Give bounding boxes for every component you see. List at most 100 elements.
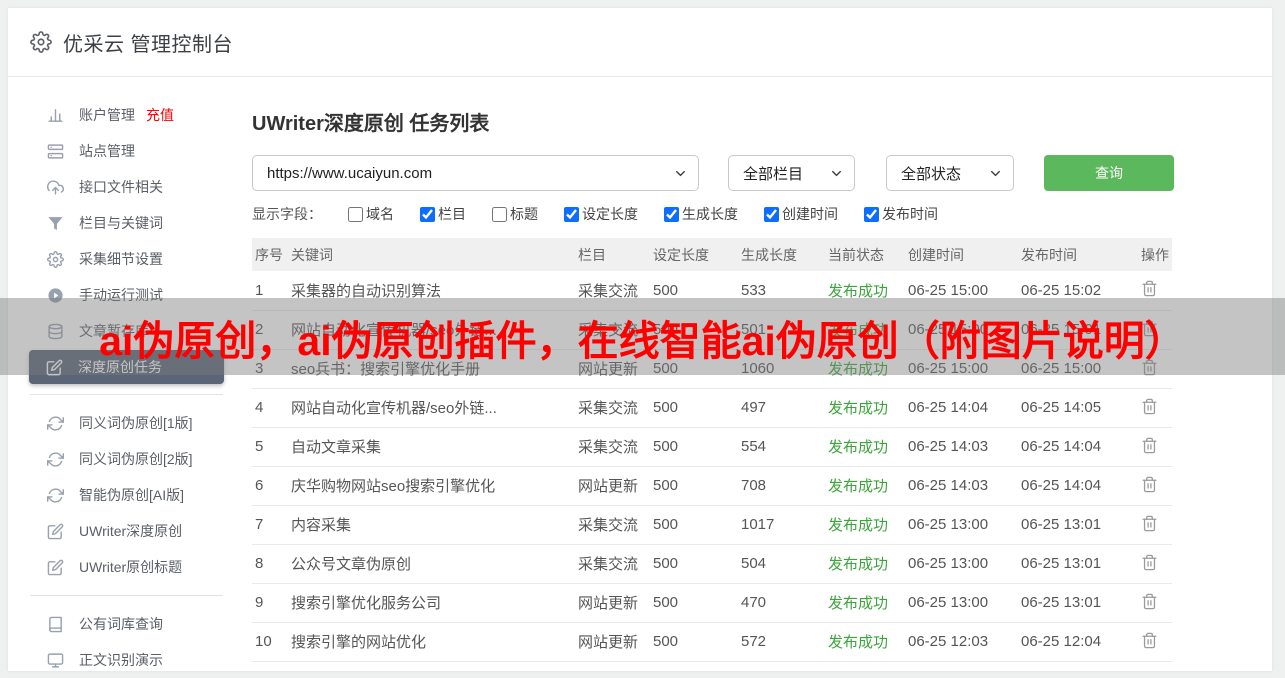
- delete-button[interactable]: [1141, 476, 1158, 496]
- status-cell: 发布成功: [825, 544, 905, 584]
- sidebar-divider: [30, 595, 223, 596]
- sidebar-item-label: 手动运行测试: [79, 287, 163, 303]
- field-label: 生成长度: [682, 206, 738, 222]
- set-length-cell: 500: [650, 466, 738, 506]
- set-length-cell: 500: [650, 622, 738, 662]
- delete-button[interactable]: [1141, 359, 1158, 379]
- sidebar-item-label: UWriter原创标题: [79, 559, 183, 575]
- create-time-cell: 06-25 13:00: [905, 505, 1018, 545]
- checkbox-input[interactable]: [348, 206, 363, 222]
- field-checkbox[interactable]: 域名: [348, 204, 394, 224]
- sidebar-item-label: 同义词伪原创[1版]: [79, 415, 193, 431]
- sidebar-item[interactable]: 账户管理 充值: [8, 97, 245, 133]
- field-label: 创建时间: [782, 206, 838, 222]
- play-icon: [46, 286, 64, 304]
- sidebar-item[interactable]: 站点管理: [8, 133, 245, 169]
- sidebar-item[interactable]: 手动运行测试: [8, 277, 245, 313]
- sidebar-item[interactable]: 智能伪原创[AI版]: [8, 477, 245, 513]
- delete-button[interactable]: [1141, 515, 1158, 535]
- refresh-icon: [46, 450, 64, 468]
- checkbox-input[interactable]: [764, 206, 779, 222]
- sidebar-item[interactable]: UWriter原创标题: [8, 549, 245, 585]
- status-cell: 发布成功: [825, 388, 905, 428]
- table-row: 2 网站自动化宣传机器/seo外链... 采集交流 500 501 发布成功 06-25 1…: [252, 310, 1172, 350]
- sidebar-item[interactable]: 栏目与关键词: [8, 205, 245, 241]
- sidebar-item[interactable]: 深度原创任务: [29, 350, 224, 384]
- sidebar-item-label: 公有词库查询: [79, 616, 163, 632]
- sidebar-item[interactable]: 同义词伪原创[2版]: [8, 441, 245, 477]
- trash-icon: [1141, 515, 1158, 535]
- table-row: 8 公众号文章伪原创 采集交流 500 504 发布成功 06-25 13:00 06-25 …: [252, 544, 1172, 584]
- column-cell: 采集交流: [575, 310, 650, 350]
- edit-icon: [45, 358, 63, 376]
- sidebar-divider: [30, 394, 223, 395]
- column-cell: 采集交流: [575, 388, 650, 428]
- sidebar: 账户管理 充值 站点管理接口文件相关栏目与关键词 采集细节设置手动运行测试文章暂存库深…: [8, 77, 245, 670]
- create-time-cell: 06-25 14:03: [905, 466, 1018, 506]
- sidebar-item[interactable]: 同义词伪原创[1版]: [8, 405, 245, 441]
- create-time-cell: 06-25 13:00: [905, 583, 1018, 623]
- publish-time-cell: 06-25 13:01: [1018, 505, 1138, 545]
- status-cell: 发布成功: [825, 622, 905, 662]
- recharge-badge[interactable]: 充值: [146, 105, 174, 125]
- category-select[interactable]: 全部栏目: [728, 155, 855, 191]
- site-select[interactable]: https://www.ucaiyun.com: [252, 155, 699, 191]
- delete-button[interactable]: [1141, 554, 1158, 574]
- column-header: 序号: [252, 238, 288, 271]
- status-select[interactable]: 全部状态: [886, 155, 1014, 191]
- column-header: 关键词: [288, 238, 575, 271]
- sidebar-item[interactable]: 接口文件相关: [8, 169, 245, 205]
- row-index-cell: 8: [252, 544, 288, 584]
- set-length-cell: 500: [650, 349, 738, 389]
- checkbox-input[interactable]: [564, 206, 579, 222]
- checkbox-input[interactable]: [664, 206, 679, 222]
- keyword-cell: 庆华购物网站seo搜索引擎优化: [288, 466, 575, 506]
- site-select-value: https://www.ucaiyun.com: [267, 164, 433, 182]
- keyword-cell: 搜索引擎的网站优化: [288, 622, 575, 662]
- chevron-down-icon: [673, 166, 688, 181]
- gen-length-cell: 554: [738, 427, 825, 467]
- delete-button[interactable]: [1141, 280, 1158, 300]
- field-checkbox[interactable]: 栏目: [420, 204, 466, 224]
- table-header-row: 序号 关键词 栏目 设定长度 生成长度 当前状态 创建时间 发布时间 操作: [252, 238, 1172, 271]
- row-index-cell: 7: [252, 505, 288, 545]
- field-label: 栏目: [438, 206, 466, 222]
- keyword-cell: 搜索引擎优化服务公司: [288, 583, 575, 623]
- field-checkbox[interactable]: 标题: [492, 204, 538, 224]
- publish-time-cell: 06-25 13:01: [1018, 544, 1138, 584]
- sidebar-item[interactable]: 文章暂存库: [8, 313, 245, 349]
- checkbox-input[interactable]: [420, 206, 435, 222]
- sidebar-item-label: 接口文件相关: [79, 179, 163, 195]
- chevron-down-icon: [988, 166, 1003, 181]
- gen-length-cell: 1060: [738, 349, 825, 389]
- create-time-cell: 06-25 14:04: [905, 388, 1018, 428]
- query-button[interactable]: 查询: [1044, 155, 1174, 191]
- set-length-cell: 500: [650, 310, 738, 350]
- delete-button[interactable]: [1141, 437, 1158, 457]
- column-header: 当前状态: [825, 238, 905, 271]
- field-checkbox[interactable]: 生成长度: [664, 204, 738, 224]
- actions-cell: [1138, 544, 1172, 584]
- delete-button[interactable]: [1141, 632, 1158, 652]
- create-time-cell: 06-25 12:03: [905, 622, 1018, 662]
- sidebar-item[interactable]: 采集细节设置: [8, 241, 245, 277]
- field-checkbox[interactable]: 发布时间: [864, 204, 938, 224]
- create-time-cell: 06-25 14:03: [905, 427, 1018, 467]
- display-fields-row: 显示字段： 域名 栏目 标题 设定长度 生成长度 创建时间 发布时间: [252, 204, 1272, 224]
- table-row: 1 采集器的自动识别算法 采集交流 500 533 发布成功 06-25 15:00 06-2…: [252, 271, 1172, 311]
- checkbox-input[interactable]: [864, 206, 879, 222]
- field-checkbox[interactable]: 设定长度: [564, 204, 638, 224]
- column-cell: 网站更新: [575, 349, 650, 389]
- keyword-cell: 采集器的自动识别算法: [288, 271, 575, 311]
- sidebar-item[interactable]: UWriter深度原创: [8, 513, 245, 549]
- column-header: 设定长度: [650, 238, 738, 271]
- delete-button[interactable]: [1141, 593, 1158, 613]
- sidebar-item[interactable]: 公有词库查询: [8, 606, 245, 642]
- delete-button[interactable]: [1141, 320, 1158, 340]
- checkbox-input[interactable]: [492, 206, 507, 222]
- create-time-cell: 06-25 13:00: [905, 544, 1018, 584]
- delete-button[interactable]: [1141, 398, 1158, 418]
- field-checkbox[interactable]: 创建时间: [764, 204, 838, 224]
- field-label: 域名: [366, 206, 394, 222]
- sidebar-item[interactable]: 正文识别演示: [8, 642, 245, 678]
